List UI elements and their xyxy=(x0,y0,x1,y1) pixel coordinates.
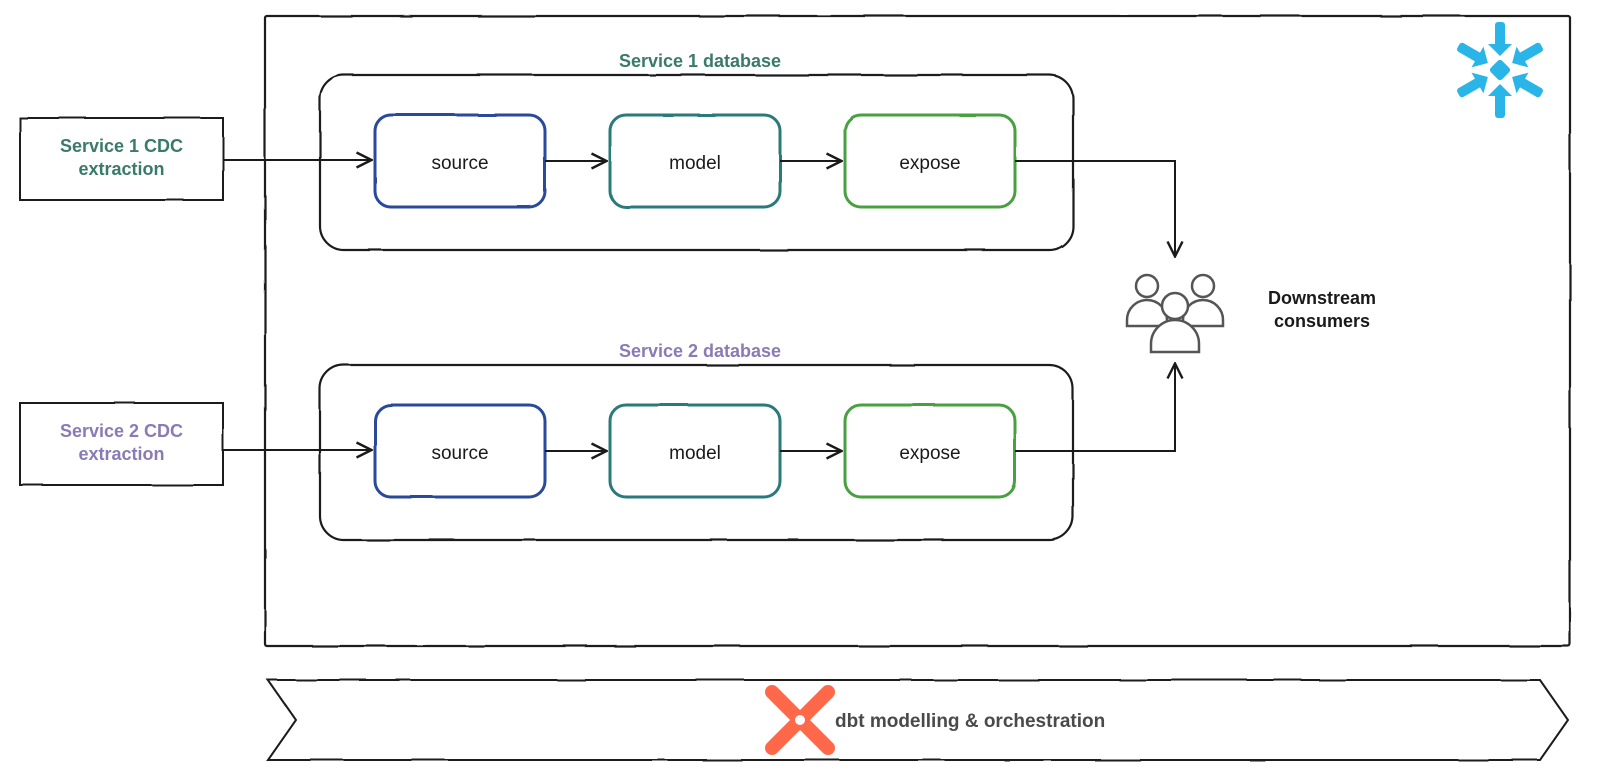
snowflake-icon xyxy=(1452,22,1547,118)
warehouse-boundary xyxy=(265,16,1570,646)
diagram-svg xyxy=(0,0,1600,784)
footer-chevron xyxy=(268,680,1568,760)
service2-cdc-box xyxy=(20,403,223,485)
service2-expose-box xyxy=(845,405,1015,497)
service1-model-box xyxy=(610,115,780,207)
service1-source-box xyxy=(375,115,545,207)
diagram-canvas: Service 1 CDC extraction Service 2 CDC e… xyxy=(0,0,1600,784)
service2-model-box xyxy=(610,405,780,497)
arrow-expose1-to-consumers xyxy=(1015,161,1175,255)
service2-source-box xyxy=(375,405,545,497)
service1-cdc-box xyxy=(20,118,223,200)
consumers-icon xyxy=(1127,275,1223,352)
arrow-expose2-to-consumers xyxy=(1015,365,1175,451)
service1-expose-box xyxy=(845,115,1015,207)
